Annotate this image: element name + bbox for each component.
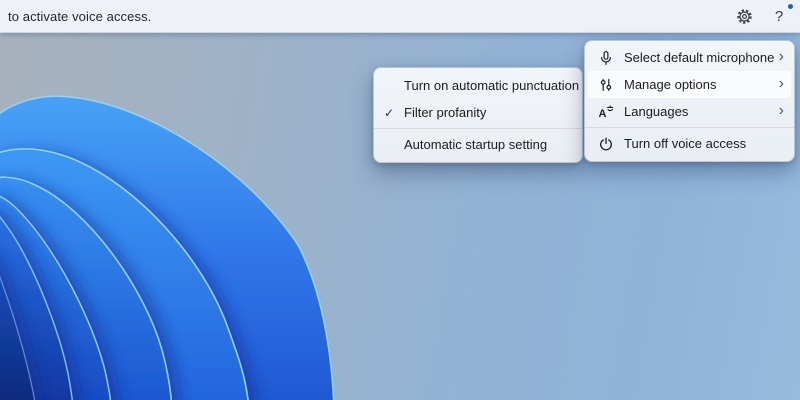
power-icon xyxy=(597,135,614,152)
menu-item-select-default-microphone[interactable]: Select default microphone › xyxy=(585,44,794,71)
windows-bloom-graphic xyxy=(0,95,335,400)
menu-item-languages[interactable]: A Languages › xyxy=(585,98,794,125)
sliders-icon xyxy=(597,76,614,93)
checkmark-icon: ✓ xyxy=(383,105,395,120)
svg-text:A: A xyxy=(598,108,606,120)
submenu-item-automatic-punctuation[interactable]: Turn on automatic punctuation xyxy=(374,72,582,99)
manage-options-submenu: Turn on automatic punctuation ✓ Filter p… xyxy=(373,67,583,163)
help-button[interactable]: ? xyxy=(770,4,793,26)
submenu-separator xyxy=(374,128,582,129)
chevron-right-icon: › xyxy=(778,47,784,65)
chevron-right-icon: › xyxy=(778,74,784,92)
voice-access-bar: to activate voice access. ? xyxy=(0,0,800,33)
language-icon: A xyxy=(597,103,614,120)
menu-item-manage-options[interactable]: Manage options › xyxy=(588,71,791,98)
submenu-item-label: Automatic startup setting xyxy=(404,137,548,152)
question-mark-icon: ? xyxy=(774,7,784,25)
menu-item-label: Turn off voice access xyxy=(624,136,747,151)
submenu-item-label: Filter profanity xyxy=(404,105,487,120)
notification-dot xyxy=(788,4,793,9)
settings-gear-icon[interactable] xyxy=(734,6,754,26)
topbar-icons: ? xyxy=(734,4,793,26)
voice-access-settings-menu: Select default microphone › Manage optio… xyxy=(584,40,795,162)
menu-item-label: Languages xyxy=(624,104,689,119)
chevron-right-icon: › xyxy=(778,101,784,119)
menu-item-turn-off-voice-access[interactable]: Turn off voice access xyxy=(585,130,794,157)
submenu-item-label: Turn on automatic punctuation xyxy=(404,78,580,93)
status-text: to activate voice access. xyxy=(8,8,152,24)
submenu-item-filter-profanity[interactable]: ✓ Filter profanity xyxy=(374,99,582,126)
submenu-item-automatic-startup[interactable]: Automatic startup setting xyxy=(374,131,582,158)
menu-item-label: Manage options xyxy=(624,77,717,92)
menu-item-label: Select default microphone xyxy=(624,50,775,65)
voice-access-screen: to activate voice access. ? Turn on auto… xyxy=(0,0,800,400)
menu-separator xyxy=(585,127,794,128)
microphone-icon xyxy=(597,49,614,66)
